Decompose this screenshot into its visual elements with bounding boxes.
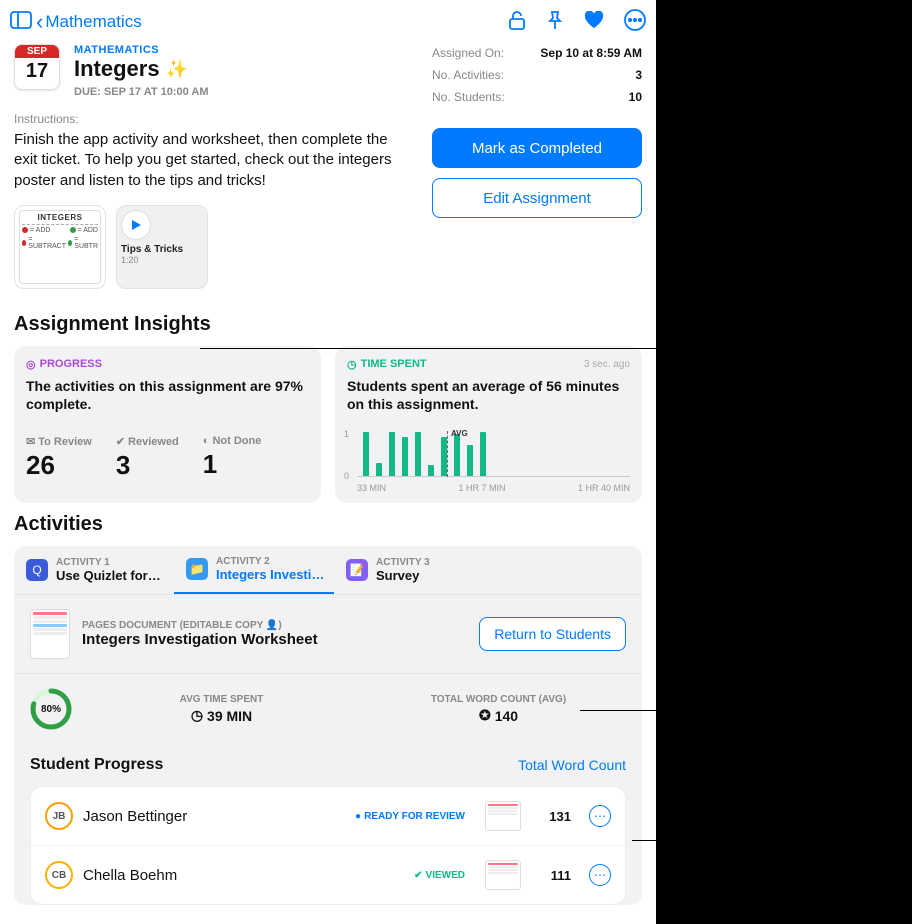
activity-tab-1[interactable]: QACTIVITY 1Use Quizlet for… bbox=[14, 546, 174, 594]
activity-icon: 📝 bbox=[346, 559, 368, 581]
due-month: SEP bbox=[15, 45, 59, 58]
check-circle-icon: ✔ bbox=[116, 435, 125, 448]
student-word-count: 131 bbox=[541, 809, 571, 824]
student-work-thumbnail[interactable] bbox=[485, 860, 521, 890]
due-text: DUE: SEP 17 AT 10:00 AM bbox=[74, 86, 209, 98]
student-status: ✔VIEWED bbox=[414, 870, 465, 881]
clock-icon: ◷ bbox=[191, 707, 203, 724]
student-work-thumbnail[interactable] bbox=[485, 801, 521, 831]
document-type: PAGES DOCUMENT (EDITABLE COPY 👤) bbox=[82, 620, 318, 631]
attachment-video[interactable]: Tips & Tricks 1:20 bbox=[116, 205, 208, 289]
student-row[interactable]: CB Chella Boehm ✔VIEWED 111 ⋯ bbox=[31, 846, 625, 904]
clock-icon: ◷ bbox=[347, 358, 357, 371]
student-name: Jason Bettinger bbox=[83, 808, 187, 825]
time-spent-chart: 1 0 AVG 33 MIN 1 HR 7 MIN 1 HR 40 MIN bbox=[347, 431, 630, 491]
return-to-students-button[interactable]: Return to Students bbox=[479, 617, 626, 651]
student-status: ●READY FOR REVIEW bbox=[355, 811, 465, 822]
lock-open-icon[interactable] bbox=[508, 10, 526, 35]
more-icon[interactable] bbox=[624, 9, 646, 36]
assignment-meta: Assigned On:Sep 10 at 8:59 AM No. Activi… bbox=[432, 42, 642, 108]
sort-button[interactable]: Total Word Count bbox=[518, 757, 626, 773]
target-icon: ◎ bbox=[26, 358, 36, 371]
document-title: Integers Investigation Worksheet bbox=[82, 631, 318, 648]
student-more-button[interactable]: ⋯ bbox=[589, 805, 611, 827]
due-date-card: SEP 17 bbox=[14, 44, 60, 90]
instructions-text: Finish the app activity and worksheet, t… bbox=[0, 130, 420, 191]
play-icon bbox=[121, 210, 151, 240]
inbox-icon: ✉ bbox=[26, 435, 35, 448]
back-label: Mathematics bbox=[45, 12, 141, 32]
edit-assignment-button[interactable]: Edit Assignment bbox=[432, 178, 642, 218]
assignment-title: Integers✨ bbox=[74, 56, 209, 82]
activity-icon: Q bbox=[26, 559, 48, 581]
activities-heading: Activities bbox=[0, 503, 656, 546]
student-progress-heading: Student Progress bbox=[30, 756, 163, 774]
progress-card: ◎PROGRESS The activities on this assignm… bbox=[14, 346, 321, 503]
badge-icon: ✪ bbox=[479, 707, 491, 724]
sparkles-icon: ✨ bbox=[166, 59, 188, 80]
student-name: Chella Boehm bbox=[83, 867, 177, 884]
student-avatar: JB bbox=[45, 802, 73, 830]
activity-icon: 📁 bbox=[186, 558, 208, 580]
time-spent-card: ◷TIME SPENT3 sec. ago Students spent an … bbox=[335, 346, 642, 503]
student-avatar: CB bbox=[45, 861, 73, 889]
chevron-left-icon: ‹ bbox=[36, 11, 43, 33]
insights-heading: Assignment Insights bbox=[0, 303, 656, 346]
sidebar-toggle-icon[interactable] bbox=[10, 11, 32, 34]
pin-icon[interactable] bbox=[546, 10, 564, 35]
activity-tab-2[interactable]: 📁ACTIVITY 2Integers Investi… bbox=[174, 546, 334, 594]
student-word-count: 111 bbox=[541, 868, 571, 883]
back-button[interactable]: ‹ Mathematics bbox=[36, 11, 142, 33]
half-circle-icon: ◐ bbox=[203, 435, 210, 447]
mark-completed-button[interactable]: Mark as Completed bbox=[432, 128, 642, 168]
attachment-poster[interactable]: INTEGERS = ADD= ADD = SUBTRACT= SUBTR bbox=[14, 205, 106, 289]
activity-tab-3[interactable]: 📝ACTIVITY 3Survey bbox=[334, 546, 494, 594]
due-day: 17 bbox=[26, 60, 48, 83]
completion-ring: 80% bbox=[30, 688, 72, 730]
heart-icon[interactable] bbox=[584, 11, 604, 34]
document-thumbnail[interactable] bbox=[30, 609, 70, 659]
student-row[interactable]: JB Jason Bettinger ●READY FOR REVIEW 131… bbox=[31, 787, 625, 846]
subject-label: MATHEMATICS bbox=[74, 44, 209, 56]
student-more-button[interactable]: ⋯ bbox=[589, 864, 611, 886]
